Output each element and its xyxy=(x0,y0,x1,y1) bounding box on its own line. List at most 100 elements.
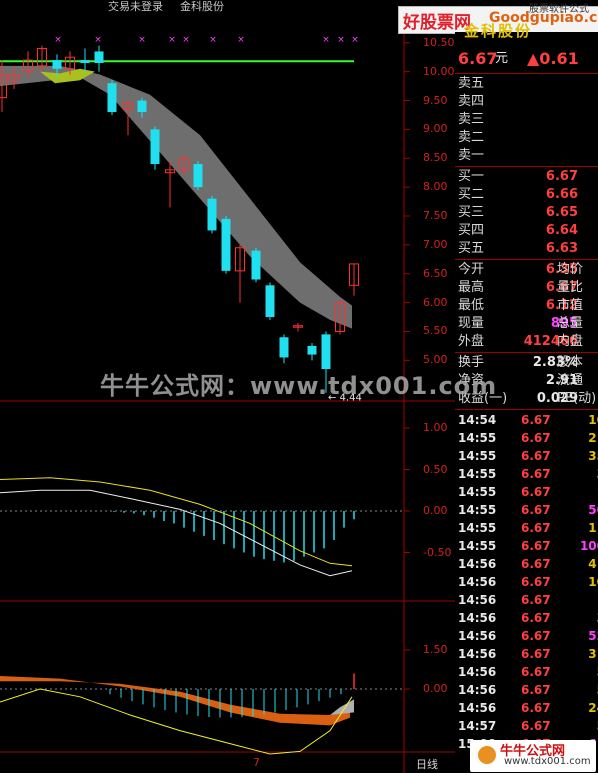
main-y-tick: 9.00 xyxy=(423,122,448,136)
quote-value: 6.67 xyxy=(545,169,578,184)
quote-label-secondary: 量比 xyxy=(557,280,584,295)
tick-time: 14:56 xyxy=(458,593,497,607)
quote-row: 卖四 xyxy=(455,93,598,111)
tick-price: 6.67 xyxy=(521,503,551,517)
tick-row: 14:55 6.67 11 xyxy=(455,519,598,537)
quote-label-secondary: 内盘 xyxy=(557,334,584,349)
candle-body xyxy=(80,60,90,63)
quote-label: 最高 xyxy=(458,280,485,295)
tick-row: 14:55 6.67 100 xyxy=(455,537,598,555)
tick-time: 14:56 xyxy=(458,629,497,643)
quote-label-secondary: 总量 xyxy=(557,316,584,331)
panel-separator xyxy=(455,73,598,74)
tick-volume: 21 xyxy=(588,431,598,445)
candle-body xyxy=(94,51,104,63)
signal-mark: × xyxy=(337,35,345,45)
quote-label: 最低 xyxy=(458,298,485,313)
tick-time: 14:55 xyxy=(458,503,497,517)
main-y-tick: 9.50 xyxy=(423,93,448,107)
tick-time: 14:55 xyxy=(458,467,497,481)
period-label[interactable]: 日线 xyxy=(416,756,438,772)
tick-price: 6.67 xyxy=(521,611,551,625)
main-y-tick: 7.00 xyxy=(423,237,448,251)
watermark-top: 股票软件公式 xyxy=(529,4,589,15)
signal-mark: × xyxy=(322,35,330,45)
quote-row: 今开 6.35 均价 xyxy=(455,261,598,279)
quote-row: 买四 6.64 xyxy=(455,222,598,240)
tick-row: 14:56 6.67 10 xyxy=(455,573,598,591)
tick-time: 14:56 xyxy=(458,611,497,625)
tick-row: 14:55 6.67 3 xyxy=(455,465,598,483)
tick-price: 6.67 xyxy=(521,647,551,661)
tick-time: 14:56 xyxy=(458,683,497,697)
panel-separator xyxy=(455,409,598,410)
signal-mark: × xyxy=(94,35,102,45)
signal-mark: × xyxy=(209,35,217,45)
tick-row: 14:56 6.67 31 xyxy=(455,645,598,663)
panel-separator xyxy=(455,259,598,260)
tick-price: 6.67 xyxy=(521,539,551,553)
tick-price: 6.67 xyxy=(521,485,551,499)
tick-price: 6.67 xyxy=(521,593,551,607)
tick-row: 14:56 6.67 1 xyxy=(455,591,598,609)
tick-time: 14:55 xyxy=(458,521,497,535)
tick-volume: 52 xyxy=(588,629,598,643)
watermark-site: 好股票网 xyxy=(403,13,471,33)
quote-panel: 6.67 元 ▲0.61 卖五 卖四 卖三 卖二 卖一 买一 6.67 买二 6.66 买三 6.… xyxy=(455,32,598,773)
tick-price: 6.67 xyxy=(521,557,551,571)
tick-row: 14:56 6.67 41 xyxy=(455,555,598,573)
quote-row: 卖三 xyxy=(455,111,598,129)
tick-price: 6.67 xyxy=(521,575,551,589)
main-y-tick: 7.50 xyxy=(423,209,448,222)
tick-volume: 5 xyxy=(565,663,598,681)
price-unit: 元 xyxy=(495,51,509,66)
quote-label: 买一 xyxy=(458,169,485,184)
quote-value: 6.64 xyxy=(545,223,578,238)
tick-row: 14:55 6.67 35 xyxy=(455,447,598,465)
tick-volume: 31 xyxy=(588,647,598,661)
quote-label-secondary: 市值 xyxy=(557,298,584,313)
macd-y-tick: 1.00 xyxy=(423,421,448,434)
quote-value: 6.66 xyxy=(545,187,578,202)
candle-body xyxy=(321,334,331,370)
tick-volume: 5 xyxy=(565,717,598,735)
tick-time: 14:56 xyxy=(458,557,497,571)
overlay-watermark: 牛牛公式网：www.tdx001.com xyxy=(100,372,498,400)
candle-body xyxy=(107,83,117,113)
candle-body xyxy=(279,337,289,358)
quote-row: 买二 6.66 xyxy=(455,186,598,204)
quote-row: 卖五 xyxy=(455,75,598,93)
tick-volume: 11 xyxy=(588,521,598,535)
tick-time: 14:55 xyxy=(458,539,497,553)
quote-label: 买三 xyxy=(458,205,485,220)
tick-time: 14:56 xyxy=(458,701,497,715)
quote-row: 最高 6.67 量比 xyxy=(455,279,598,297)
main-y-tick: 6.50 xyxy=(423,266,448,280)
tick-price: 6.67 xyxy=(521,665,551,679)
tick-price: 6.67 xyxy=(521,467,551,481)
tick-volume: 41 xyxy=(588,557,598,571)
date-marker: 7 xyxy=(253,756,260,769)
macd-y-tick: 0.00 xyxy=(423,504,448,517)
quote-value: 6.65 xyxy=(545,205,578,220)
quote-label: 买四 xyxy=(458,223,485,238)
quote-row: 买五 6.63 xyxy=(455,240,598,258)
quote-label: 买二 xyxy=(458,187,485,202)
quote-row: 现量 895 总量 xyxy=(455,315,598,333)
signal-mark: × xyxy=(54,35,62,45)
tick-volume: 100 xyxy=(579,539,598,553)
price-row: 6.67 元 ▲0.61 xyxy=(455,50,598,72)
tick-row: 14:56 6.67 5 xyxy=(455,663,598,681)
tick-row: 14:56 6.67 3 xyxy=(455,609,598,627)
quote-label: 今开 xyxy=(458,262,485,277)
candle-body xyxy=(207,198,217,231)
main-y-tick: 10.50 xyxy=(423,35,455,49)
quote-label-secondary: 均价 xyxy=(557,262,584,277)
tick-time: 14:56 xyxy=(458,575,497,589)
main-y-tick: 8.00 xyxy=(423,180,448,194)
quote-label: 现量 xyxy=(458,316,485,331)
panel-separator xyxy=(455,166,598,167)
tick-price: 6.67 xyxy=(521,683,551,697)
logo-icon xyxy=(478,746,496,764)
tick-volume: 10 xyxy=(588,575,598,589)
